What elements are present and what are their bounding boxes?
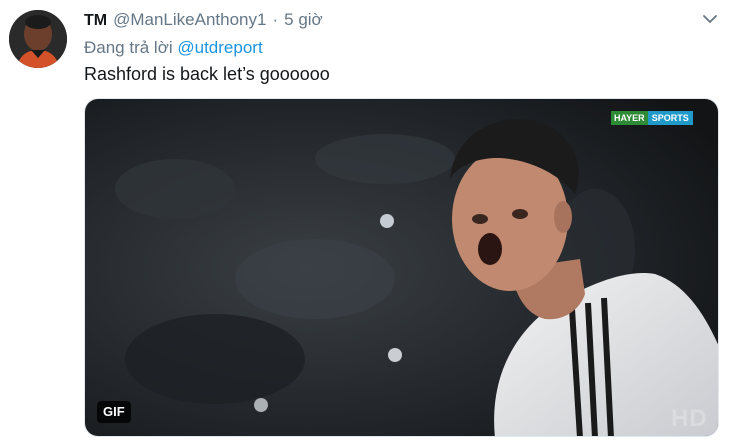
- display-name[interactable]: TM: [84, 12, 107, 30]
- reply-prefix: Đang trả lời: [84, 38, 173, 57]
- watermark-right: SPORTS: [647, 111, 693, 125]
- gif-frame: [85, 99, 718, 436]
- reply-context: Đang trả lời @utdreport: [84, 38, 263, 58]
- gif-badge: GIF: [97, 401, 131, 423]
- user-handle[interactable]: @ManLikeAnthony1: [113, 10, 266, 30]
- timestamp[interactable]: 5 giờ: [284, 10, 323, 30]
- hd-watermark: HD: [671, 405, 708, 432]
- tweet-header: TM @ManLikeAnthony1 · 5 giờ: [84, 10, 323, 32]
- watermark-left: HAYER: [611, 111, 648, 125]
- tweet-media-gif[interactable]: HAYER SPORTS GIF HD: [84, 98, 719, 437]
- separator-dot: ·: [272, 10, 279, 29]
- avatar[interactable]: [9, 10, 67, 68]
- tweet: TM @ManLikeAnthony1 · 5 giờ Đang trả lời…: [0, 0, 742, 442]
- tweet-text: Rashford is back let’s goooooo: [84, 64, 330, 84]
- reply-mention-link[interactable]: @utdreport: [177, 38, 262, 57]
- chevron-down-icon: [703, 11, 717, 29]
- channel-watermark: HAYER SPORTS: [611, 111, 693, 125]
- tweet-options-button[interactable]: [700, 12, 720, 28]
